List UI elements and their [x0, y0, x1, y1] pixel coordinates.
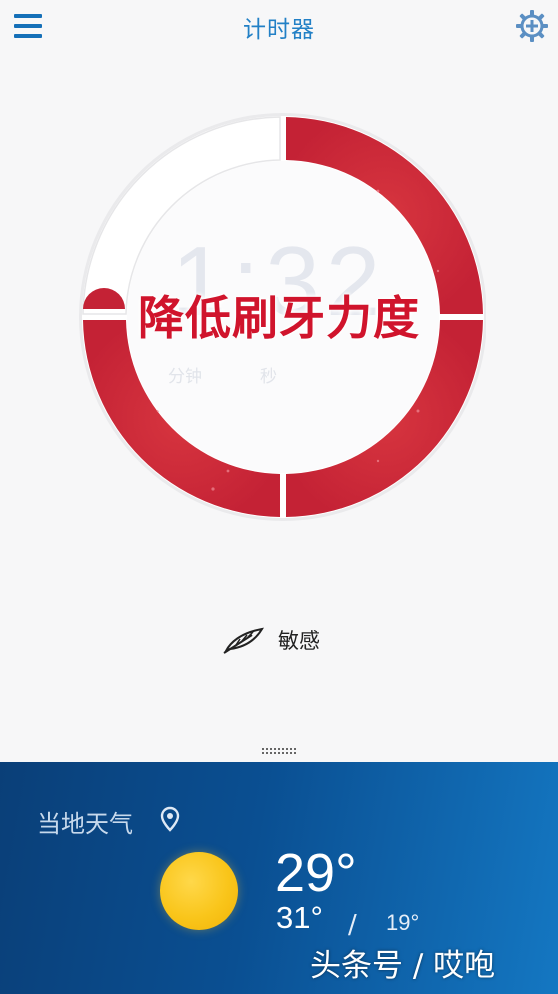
- feather-icon: [223, 627, 264, 654]
- mode-label: 敏感: [278, 629, 320, 653]
- brushing-mode[interactable]: 敏感: [222, 620, 320, 660]
- temperature-separator: /: [348, 910, 357, 940]
- low-temperature: 19°: [386, 910, 420, 935]
- watermark: 头条号 / 哎咆: [310, 948, 496, 984]
- app-header: 计时器: [0, 0, 558, 56]
- high-temperature: 31°: [276, 900, 323, 935]
- current-temperature: 29°: [275, 843, 357, 903]
- weather-label: 当地天气: [37, 810, 133, 838]
- gear-plus-icon: [516, 10, 548, 42]
- location-pin-icon[interactable]: [160, 806, 180, 832]
- sun-icon: [160, 852, 238, 930]
- page-title: 计时器: [243, 17, 315, 43]
- settings-button[interactable]: [514, 8, 550, 44]
- weather-panel: 当地天气 29° 31° / 19° 头条号 / 哎咆: [0, 762, 558, 994]
- timer-units: 分钟 秒: [168, 362, 328, 387]
- caption-overlay: 降低刷牙力度: [138, 291, 420, 345]
- seconds-label: 秒: [260, 367, 277, 387]
- minutes-label: 分钟: [168, 367, 202, 387]
- drawer-drag-handle[interactable]: [262, 748, 298, 756]
